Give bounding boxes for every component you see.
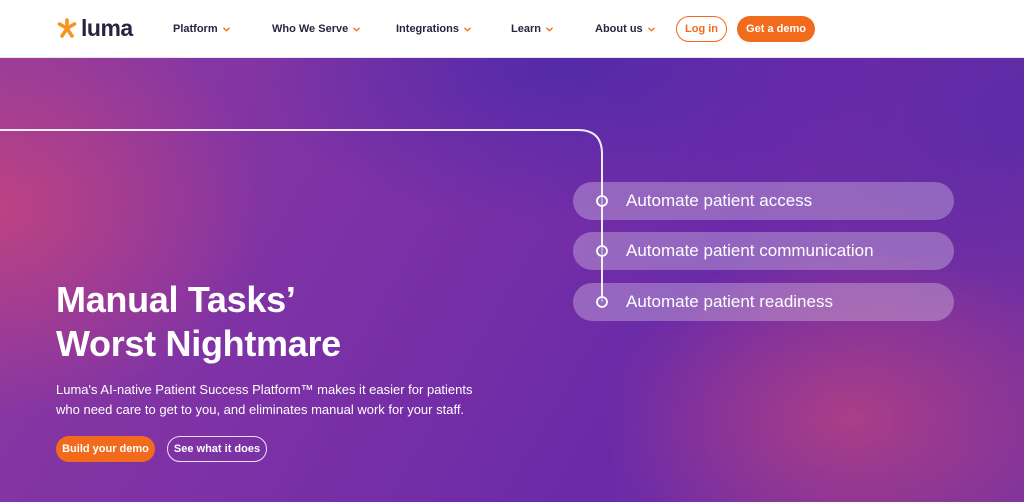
chevron-down-icon <box>464 26 471 32</box>
login-button[interactable]: Log in <box>676 16 727 42</box>
nav-item-integrations[interactable]: Integrations <box>396 20 471 38</box>
hero-subtext: Luma's AI-native Patient Success Platfor… <box>56 380 496 420</box>
circle-node-icon <box>596 245 608 257</box>
headline-line-1: Manual Tasks’ <box>56 279 296 320</box>
subtext-line-1: Luma's AI-native Patient Success Platfor… <box>56 382 473 397</box>
build-your-demo-button[interactable]: Build your demo <box>56 436 155 462</box>
hero-headline: Manual Tasks’ Worst Nightmare <box>56 278 341 366</box>
nav-item-label: About us <box>595 23 643 35</box>
feature-pill-readiness: Automate patient readiness <box>573 283 954 321</box>
feature-label: Automate patient access <box>626 191 813 210</box>
nav-item-label: Learn <box>511 23 541 35</box>
nav-item-learn[interactable]: Learn <box>511 20 553 38</box>
nav-item-about-us[interactable]: About us <box>595 20 655 38</box>
nav-item-platform[interactable]: Platform <box>173 20 230 38</box>
headline-line-2: Worst Nightmare <box>56 323 341 364</box>
feature-pill-access: Automate patient access <box>573 182 954 220</box>
top-navigation: luma Platform Who We Serve Integrations … <box>0 0 1024 58</box>
luma-star-icon <box>57 18 77 38</box>
luma-logo[interactable]: luma <box>56 15 133 41</box>
chevron-down-icon <box>353 26 361 32</box>
circle-node-icon <box>596 195 608 207</box>
nav-item-label: Integrations <box>396 23 459 35</box>
hero-section: Automate patient access Automate patient… <box>0 58 1024 502</box>
chevron-down-icon <box>546 26 553 32</box>
feature-label: Automate patient readiness <box>626 292 833 311</box>
chevron-down-icon <box>222 26 230 32</box>
get-a-demo-button[interactable]: Get a demo <box>737 16 815 42</box>
feature-pill-communication: Automate patient communication <box>573 232 954 270</box>
chevron-down-icon <box>647 26 655 32</box>
logo-wordmark: luma <box>81 15 133 41</box>
feature-label: Automate patient communication <box>626 241 874 260</box>
see-what-it-does-button[interactable]: See what it does <box>167 436 267 462</box>
circle-node-icon <box>596 296 608 308</box>
subtext-line-2: who need care to get to you, and elimina… <box>56 402 465 417</box>
nav-item-label: Platform <box>173 23 218 35</box>
nav-item-who-we-serve[interactable]: Who We Serve <box>272 20 361 38</box>
nav-item-label: Who We Serve <box>272 23 349 35</box>
